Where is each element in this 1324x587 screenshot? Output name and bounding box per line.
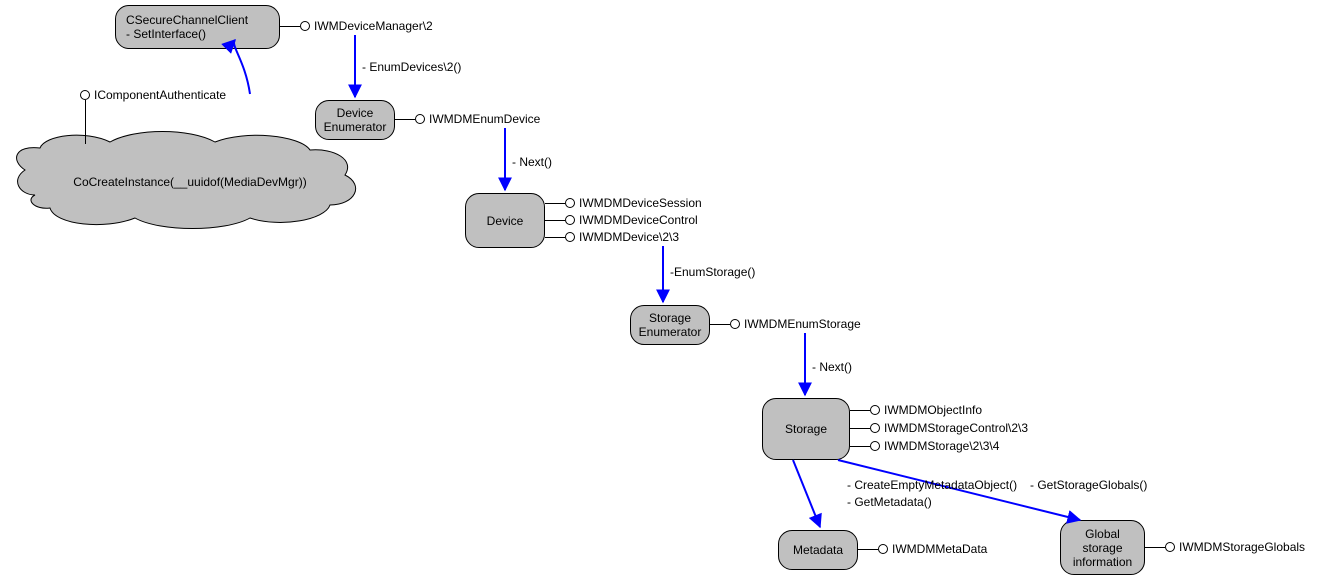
iface-compauth: IComponentAuthenticate bbox=[94, 88, 226, 102]
connector bbox=[85, 100, 86, 144]
edge-enumdevices: - EnumDevices\2() bbox=[362, 60, 461, 74]
iface-storagecontrol: IWMDMStorageControl\2\3 bbox=[884, 421, 1028, 435]
secure-channel-client-node: CSecureChannelClient - SetInterface() bbox=[115, 5, 280, 49]
secure-channel-line1: CSecureChannelClient bbox=[126, 13, 248, 27]
cloud-label: CoCreateInstance(__uuidof(MediaDevMgr)) bbox=[40, 175, 340, 189]
lollipop-icon bbox=[565, 215, 575, 225]
connector bbox=[395, 119, 415, 120]
iface-enumstorage: IWMDMEnumStorage bbox=[744, 317, 861, 331]
device-node: Device bbox=[465, 193, 545, 248]
connector bbox=[850, 410, 870, 411]
iface-enumdevice: IWMDMEnumDevice bbox=[429, 112, 540, 126]
edge-createmeta: - CreateEmptyMetadataObject() bbox=[847, 478, 1017, 492]
iface-devsession: IWMDMDeviceSession bbox=[579, 196, 702, 210]
device-enum-line1: Device bbox=[337, 106, 374, 120]
global-storage-node: Global storage information bbox=[1060, 520, 1145, 575]
edge-getmeta: - GetMetadata() bbox=[847, 495, 932, 509]
connector bbox=[545, 220, 565, 221]
edge-enumstorage: -EnumStorage() bbox=[670, 265, 755, 279]
connector bbox=[850, 428, 870, 429]
storage-enumerator-node: Storage Enumerator bbox=[630, 305, 710, 345]
lollipop-icon bbox=[730, 319, 740, 329]
lollipop-icon bbox=[870, 441, 880, 451]
connector bbox=[858, 549, 878, 550]
metadata-node: Metadata bbox=[778, 530, 858, 570]
device-label: Device bbox=[487, 214, 524, 228]
edge-next2: - Next() bbox=[812, 360, 852, 374]
global-line2: storage bbox=[1082, 541, 1122, 555]
connector bbox=[710, 324, 730, 325]
storage-label: Storage bbox=[785, 422, 827, 436]
iface-device23: IWMDMDevice\2\3 bbox=[579, 230, 679, 244]
secure-channel-line2: - SetInterface() bbox=[126, 27, 206, 41]
iface-storage234: IWMDMStorage\2\3\4 bbox=[884, 439, 999, 453]
iface-devcontrol: IWMDMDeviceControl bbox=[579, 213, 698, 227]
edge-next1: - Next() bbox=[512, 155, 552, 169]
lollipop-icon bbox=[565, 198, 575, 208]
storage-node: Storage bbox=[762, 398, 850, 460]
edge-getglobals: - GetStorageGlobals() bbox=[1030, 478, 1147, 492]
global-line3: information bbox=[1073, 555, 1132, 569]
connector bbox=[545, 203, 565, 204]
metadata-label: Metadata bbox=[793, 543, 843, 557]
lollipop-icon bbox=[878, 544, 888, 554]
global-line1: Global bbox=[1085, 527, 1120, 541]
lollipop-icon bbox=[80, 90, 90, 100]
connector bbox=[280, 26, 300, 27]
lollipop-icon bbox=[870, 405, 880, 415]
connector bbox=[850, 446, 870, 447]
lollipop-icon bbox=[1165, 542, 1175, 552]
lollipop-icon bbox=[870, 423, 880, 433]
device-enum-line2: Enumerator bbox=[324, 120, 387, 134]
storage-enum-line1: Storage bbox=[649, 311, 691, 325]
storage-enum-line2: Enumerator bbox=[639, 325, 702, 339]
iface-objinfo: IWMDMObjectInfo bbox=[884, 403, 982, 417]
iface-storageglobals: IWMDMStorageGlobals bbox=[1179, 540, 1305, 554]
lollipop-icon bbox=[565, 232, 575, 242]
iface-devmgr: IWMDeviceManager\2 bbox=[314, 19, 433, 33]
connector bbox=[545, 237, 565, 238]
device-enumerator-node: Device Enumerator bbox=[315, 100, 395, 140]
lollipop-icon bbox=[300, 21, 310, 31]
iface-metadata: IWMDMMetaData bbox=[892, 542, 987, 556]
lollipop-icon bbox=[415, 114, 425, 124]
connector bbox=[1145, 547, 1165, 548]
